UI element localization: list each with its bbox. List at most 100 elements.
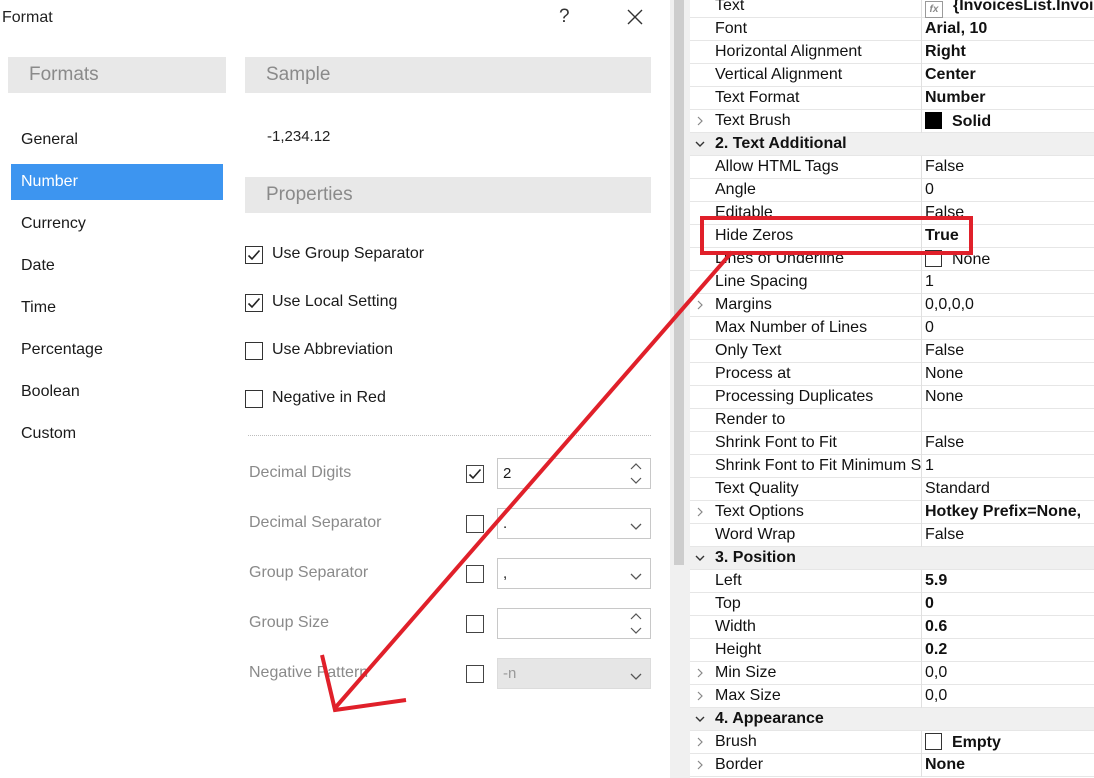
property-value[interactable]: Empty bbox=[925, 733, 1001, 752]
use-local-setting-checkbox[interactable] bbox=[245, 294, 263, 312]
property-value[interactable]: False bbox=[925, 204, 964, 222]
format-item-general[interactable]: General bbox=[11, 122, 223, 158]
close-button[interactable] bbox=[624, 6, 646, 28]
property-value[interactable]: Center bbox=[925, 66, 976, 84]
decimal-separator-dropdown[interactable]: . bbox=[497, 508, 651, 539]
format-item-currency[interactable]: Currency bbox=[11, 206, 223, 242]
spinner-arrows-icon[interactable] bbox=[630, 461, 642, 491]
format-item-custom[interactable]: Custom bbox=[11, 416, 223, 452]
format-item-time[interactable]: Time bbox=[11, 290, 223, 326]
help-button[interactable]: ? bbox=[559, 6, 570, 28]
expand-chevron-icon[interactable] bbox=[694, 689, 706, 703]
panel-scrollbar[interactable] bbox=[670, 0, 690, 778]
property-value[interactable]: 0,0,0,0 bbox=[925, 296, 974, 314]
property-value[interactable]: fx {InvoicesList.Invoi bbox=[925, 0, 1093, 18]
property-row-brush[interactable]: Brush Empty bbox=[690, 731, 1094, 754]
property-row-vertical-alignment[interactable]: Vertical Alignment Center bbox=[690, 64, 1094, 87]
chevron-down-icon[interactable] bbox=[630, 518, 642, 535]
property-row-max-number-of-lines[interactable]: Max Number of Lines 0 bbox=[690, 317, 1094, 340]
property-row-horizontal-alignment[interactable]: Horizontal Alignment Right bbox=[690, 41, 1094, 64]
spinner-arrows-icon[interactable] bbox=[630, 611, 642, 641]
property-row-text-brush[interactable]: Text Brush Solid bbox=[690, 110, 1094, 133]
property-value[interactable]: False bbox=[925, 434, 964, 452]
group-size-checkbox[interactable] bbox=[466, 615, 484, 633]
property-value[interactable]: Arial, 10 bbox=[925, 20, 987, 38]
property-value[interactable]: 0 bbox=[925, 181, 934, 199]
format-item-date[interactable]: Date bbox=[11, 248, 223, 284]
decimal-separator-checkbox[interactable] bbox=[466, 515, 484, 533]
property-value[interactable]: False bbox=[925, 526, 964, 544]
property-value[interactable]: 1 bbox=[925, 273, 934, 291]
decimal-digits-spinner[interactable]: 2 bbox=[497, 458, 651, 489]
property-row-height[interactable]: Height 0.2 bbox=[690, 639, 1094, 662]
scrollbar-thumb[interactable] bbox=[674, 0, 684, 565]
group-size-spinner[interactable] bbox=[497, 608, 651, 639]
property-value[interactable]: True bbox=[925, 227, 959, 245]
format-item-number[interactable]: Number bbox=[11, 164, 223, 200]
property-row-render-to[interactable]: Render to bbox=[690, 409, 1094, 432]
property-row-margins[interactable]: Margins 0,0,0,0 bbox=[690, 294, 1094, 317]
property-value[interactable]: 1 bbox=[925, 457, 934, 475]
property-row-text-quality[interactable]: Text Quality Standard bbox=[690, 478, 1094, 501]
property-value[interactable]: 0 bbox=[925, 319, 934, 337]
property-row-word-wrap[interactable]: Word Wrap False bbox=[690, 524, 1094, 547]
property-value[interactable]: Hotkey Prefix=None, bbox=[925, 503, 1081, 521]
expand-chevron-icon[interactable] bbox=[694, 298, 706, 312]
collapse-chevron-icon[interactable] bbox=[694, 137, 706, 151]
property-row-font[interactable]: Font Arial, 10 bbox=[690, 18, 1094, 41]
property-value[interactable]: Standard bbox=[925, 480, 990, 498]
property-row-max-size[interactable]: Max Size 0,0 bbox=[690, 685, 1094, 708]
property-row-lines-of-underline[interactable]: Lines of Underline None bbox=[690, 248, 1094, 271]
expand-chevron-icon[interactable] bbox=[694, 758, 706, 772]
category-row-4-appearance[interactable]: 4. Appearance bbox=[690, 708, 1094, 731]
property-value[interactable]: Right bbox=[925, 43, 966, 61]
property-value[interactable]: 0,0 bbox=[925, 687, 947, 705]
property-value[interactable]: None bbox=[925, 756, 965, 774]
expand-chevron-icon[interactable] bbox=[694, 505, 706, 519]
group-separator-dropdown[interactable]: , bbox=[497, 558, 651, 589]
property-value[interactable]: 0.6 bbox=[925, 618, 947, 636]
category-row-2-text-additional[interactable]: 2. Text Additional bbox=[690, 133, 1094, 156]
property-value[interactable]: None bbox=[925, 388, 963, 406]
property-value[interactable]: 0,0 bbox=[925, 664, 947, 682]
property-row-left[interactable]: Left 5.9 bbox=[690, 570, 1094, 593]
negative-in-red-checkbox[interactable] bbox=[245, 390, 263, 408]
property-value[interactable]: False bbox=[925, 158, 964, 176]
use-abbreviation-checkbox[interactable] bbox=[245, 342, 263, 360]
use-group-separator-checkbox[interactable] bbox=[245, 246, 263, 264]
property-value[interactable]: Number bbox=[925, 89, 985, 107]
decimal-digits-checkbox[interactable] bbox=[466, 465, 484, 483]
property-row-line-spacing[interactable]: Line Spacing 1 bbox=[690, 271, 1094, 294]
chevron-down-icon[interactable] bbox=[630, 668, 642, 685]
category-row-3-position[interactable]: 3. Position bbox=[690, 547, 1094, 570]
property-row-hide-zeros[interactable]: Hide Zeros True bbox=[690, 225, 1094, 248]
property-value[interactable]: Solid bbox=[925, 112, 991, 131]
negative-pattern-checkbox[interactable] bbox=[466, 665, 484, 683]
format-item-percentage[interactable]: Percentage bbox=[11, 332, 223, 368]
property-row-angle[interactable]: Angle 0 bbox=[690, 179, 1094, 202]
collapse-chevron-icon[interactable] bbox=[694, 551, 706, 565]
property-row-editable[interactable]: Editable False bbox=[690, 202, 1094, 225]
expand-chevron-icon[interactable] bbox=[694, 666, 706, 680]
collapse-chevron-icon[interactable] bbox=[694, 712, 706, 726]
expand-chevron-icon[interactable] bbox=[694, 735, 706, 749]
property-value[interactable]: 5.9 bbox=[925, 572, 947, 590]
property-row-text[interactable]: Text fx {InvoicesList.Invoi bbox=[690, 0, 1094, 18]
chevron-down-icon[interactable] bbox=[630, 568, 642, 585]
group-separator-checkbox[interactable] bbox=[466, 565, 484, 583]
property-value[interactable]: 0 bbox=[925, 595, 934, 613]
property-row-process-at[interactable]: Process at None bbox=[690, 363, 1094, 386]
property-value[interactable]: None bbox=[925, 365, 963, 383]
property-row-text-format[interactable]: Text Format Number bbox=[690, 87, 1094, 110]
property-row-width[interactable]: Width 0.6 bbox=[690, 616, 1094, 639]
property-row-only-text[interactable]: Only Text False bbox=[690, 340, 1094, 363]
property-row-processing-duplicates[interactable]: Processing Duplicates None bbox=[690, 386, 1094, 409]
property-row-allow-html-tags[interactable]: Allow HTML Tags False bbox=[690, 156, 1094, 179]
property-value[interactable]: None bbox=[925, 250, 990, 269]
format-item-boolean[interactable]: Boolean bbox=[11, 374, 223, 410]
expand-chevron-icon[interactable] bbox=[694, 114, 706, 128]
property-row-shrink-font-to-fit-minimum-s[interactable]: Shrink Font to Fit Minimum S1 bbox=[690, 455, 1094, 478]
property-value[interactable]: False bbox=[925, 342, 964, 360]
property-value[interactable]: 0.2 bbox=[925, 641, 947, 659]
property-row-top[interactable]: Top 0 bbox=[690, 593, 1094, 616]
